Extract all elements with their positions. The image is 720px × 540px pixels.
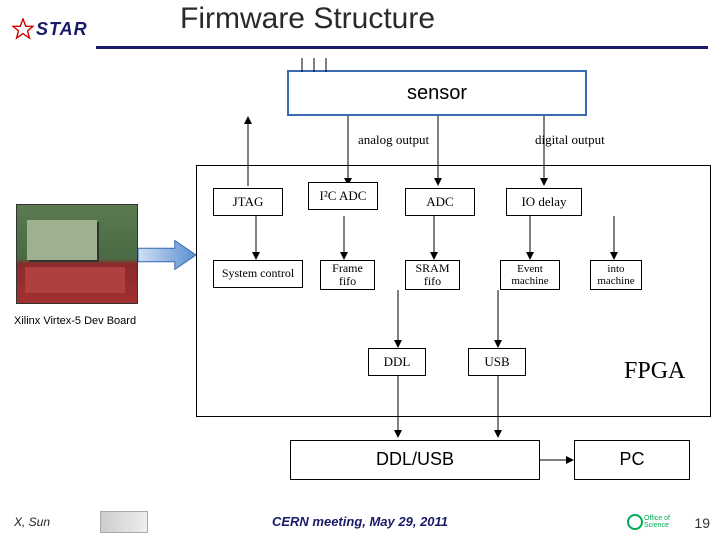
sensor-label: sensor [407, 82, 467, 104]
footer-meeting: CERN meeting, May 29, 2011 [0, 514, 720, 529]
arrow-right-icon [540, 454, 574, 466]
star-icon [12, 18, 34, 40]
slide-header: STAR Firmware Structure [0, 0, 720, 52]
ddl-usb-block: DDL/USB [290, 440, 540, 480]
adc-block: ADC [405, 188, 475, 216]
into-machine-block: into machine [590, 260, 642, 290]
io-delay-block: IO delay [506, 188, 582, 216]
office-of-science-logo: Office of Science [626, 511, 684, 533]
arrow-down-icon [428, 216, 440, 260]
arrow-down-icon [338, 216, 350, 260]
brand-logo: STAR [12, 18, 88, 40]
board-caption: Xilinx Virtex-5 Dev Board [14, 315, 136, 327]
sensor-block: sensor [287, 70, 587, 116]
arrow-down-icon [524, 216, 536, 260]
page-title: Firmware Structure [180, 2, 435, 36]
arrow-down-icon [608, 216, 620, 260]
arrow-down-icon [250, 216, 262, 260]
event-machine-block: Event machine [500, 260, 560, 290]
fpga-label: FPGA [624, 358, 685, 385]
header-divider [96, 46, 708, 49]
analog-output-label: analog output [358, 132, 429, 148]
page-number: 19 [694, 515, 710, 531]
board-photo [16, 204, 138, 304]
arrow-down-icon [492, 290, 504, 348]
arrow-down-icon [492, 376, 504, 438]
slide-footer: X, Sun CERN meeting, May 29, 2011 Office… [0, 507, 720, 537]
brand-text: STAR [36, 19, 88, 40]
arrow-down-icon [392, 290, 404, 348]
sensor-input-lines-icon [298, 58, 338, 72]
usb-block: USB [468, 348, 526, 376]
sram-fifo-block: SRAM fifo [405, 260, 460, 290]
frame-fifo-block: Frame fifo [320, 260, 375, 290]
system-control-block: System control [213, 260, 303, 288]
pointer-arrow-icon [138, 240, 196, 270]
pc-block: PC [574, 440, 690, 480]
ddl-block: DDL [368, 348, 426, 376]
firmware-diagram: sensor analog output digital output FPGA… [0, 60, 720, 500]
i2c-adc-block: I²C ADC [308, 182, 378, 210]
jtag-block: JTAG [213, 188, 283, 216]
arrow-down-icon [392, 376, 404, 438]
